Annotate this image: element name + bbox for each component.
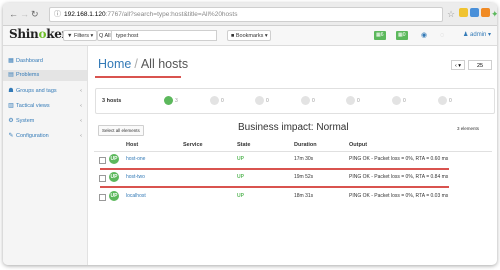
- host-state: UP: [237, 193, 244, 199]
- page-title: All hosts: [140, 57, 189, 71]
- search-all-button[interactable]: Q All: [97, 30, 112, 41]
- services-badge[interactable]: ▦0: [396, 31, 408, 40]
- table-row[interactable]: UP host-one UP 17m 30s PING OK - Packet …: [94, 153, 492, 167]
- bar-chart-icon: ▥: [8, 103, 14, 109]
- row-underline-annotation: [100, 168, 449, 170]
- state-counter-up[interactable]: 3: [164, 96, 178, 106]
- table-row[interactable]: UP host-two UP 19m 52s PING OK - Packet …: [94, 171, 492, 185]
- status-icon: [301, 96, 310, 106]
- hosts-summary-panel: 3 hosts 3 0 0 0 0 0 0: [95, 88, 495, 114]
- column-header-duration[interactable]: Duration: [294, 141, 317, 149]
- host-status-icon: UP: [109, 191, 119, 201]
- column-header-output[interactable]: Output: [349, 141, 367, 149]
- column-header-service[interactable]: Service: [183, 141, 203, 149]
- row-checkbox[interactable]: [99, 157, 106, 164]
- info-icon: ⓘ: [54, 11, 61, 18]
- host-name-link[interactable]: host-two: [126, 171, 145, 184]
- status-up-icon: [164, 96, 173, 106]
- notifications-icon[interactable]: ◉: [421, 31, 427, 40]
- state-counter-down[interactable]: 0: [210, 96, 224, 106]
- forward-icon[interactable]: →: [20, 8, 29, 20]
- state-counter-unknown[interactable]: 0: [346, 96, 360, 106]
- address-bar[interactable]: ⓘ 192.168.1.120:7767/all?search=type:host…: [49, 7, 443, 22]
- host-duration: 17m 30s: [294, 156, 314, 162]
- main-content: Home / All hosts ‹ ▾ 25 3 hosts 3 0 0 0 0 …: [88, 46, 497, 265]
- chevron-left-icon: ‹: [80, 133, 82, 139]
- filters-button[interactable]: ▼ Filters ▾: [63, 30, 97, 41]
- url-host: 192.168.1.120: [64, 11, 106, 18]
- app-logo[interactable]: Shinoken: [9, 27, 70, 41]
- host-state: UP: [237, 174, 244, 180]
- wrench-icon: ✎: [8, 133, 14, 139]
- title-underline-annotation: [95, 76, 181, 78]
- row-underline-annotation: [100, 186, 449, 188]
- business-impact-title: Business impact: Normal: [238, 122, 349, 133]
- host-state: UP: [237, 156, 244, 162]
- sidebar-item-system[interactable]: ⚙ System ‹: [3, 116, 87, 127]
- app-navbar: Shinoken ▼ Filters ▾ Q All type:host ■ B…: [3, 26, 497, 46]
- column-header-state[interactable]: State: [237, 141, 250, 149]
- hosts-count-label: 3 hosts: [102, 98, 122, 104]
- host-duration: 19m 52s: [294, 174, 314, 180]
- rss-icon[interactable]: [481, 8, 490, 17]
- state-counter-pending[interactable]: 0: [301, 96, 315, 106]
- sidebar-item-dashboard[interactable]: ▦ Dashboard: [3, 56, 87, 67]
- gear-icon: ⚙: [8, 118, 14, 124]
- status-icon: [438, 96, 447, 106]
- app-window: ← → ↻ ⓘ 192.168.1.120:7767/all?search=typ…: [3, 3, 497, 265]
- column-header-host[interactable]: Host: [126, 141, 138, 149]
- page-toggle[interactable]: ‹ ▾: [451, 60, 465, 70]
- extension-icon[interactable]: [459, 8, 468, 17]
- page-size-select[interactable]: 25: [468, 60, 492, 70]
- browser-toolbar: ← → ↻ ⓘ 192.168.1.120:7767/all?search=typ…: [3, 3, 497, 26]
- host-name-link[interactable]: localhost: [126, 190, 146, 203]
- back-icon[interactable]: ←: [9, 8, 18, 20]
- select-all-button[interactable]: Select all elements: [98, 125, 144, 136]
- groups-icon: ☗: [8, 88, 14, 94]
- host-status-icon: UP: [109, 154, 119, 164]
- dashboard-icon: ▦: [8, 58, 14, 64]
- problems-icon: ▤: [8, 72, 14, 78]
- breadcrumb: Home / All hosts: [98, 57, 189, 71]
- status-icon: [392, 96, 401, 106]
- chevron-left-icon: ‹: [80, 103, 82, 109]
- host-output: PING OK - Packet loss = 0%, RTA = 0.60 m…: [349, 156, 449, 162]
- status-icon: [210, 96, 219, 106]
- sidebar-item-problems[interactable]: ▤ Problems: [3, 70, 87, 81]
- host-output: PING OK - Packet loss = 0%, RTA = 0.03 m…: [349, 193, 449, 199]
- search-input[interactable]: type:host: [111, 30, 217, 41]
- row-checkbox[interactable]: [99, 175, 106, 182]
- row-checkbox[interactable]: [99, 194, 106, 201]
- chevron-left-icon: ‹: [80, 88, 82, 94]
- breadcrumb-home[interactable]: Home: [98, 57, 131, 71]
- star-icon[interactable]: ☆: [447, 8, 455, 20]
- host-status-icon: UP: [109, 172, 119, 182]
- state-counter-ack[interactable]: 0: [392, 96, 406, 106]
- chevron-left-icon: ‹: [80, 118, 82, 124]
- sidebar-item-tactical-views[interactable]: ▥ Tactical views ‹: [3, 101, 87, 112]
- reload-icon[interactable]: ↻: [31, 8, 39, 20]
- elements-count: 3 elements: [457, 126, 480, 131]
- sidebar-item-configuration[interactable]: ✎ Configuration ‹: [3, 131, 87, 142]
- table-divider: [94, 151, 492, 152]
- state-counter-unreachable[interactable]: 0: [255, 96, 269, 106]
- hosts-badge[interactable]: ▦6: [374, 31, 386, 40]
- status-icon: [346, 96, 355, 106]
- state-counter-downtime[interactable]: 0: [438, 96, 452, 106]
- settings-icon[interactable]: ◌: [440, 31, 444, 40]
- extension-icon[interactable]: ✦: [491, 8, 497, 20]
- host-output: PING OK - Packet loss = 0%, RTA = 0.84 m…: [349, 174, 449, 180]
- host-name-link[interactable]: host-one: [126, 153, 145, 166]
- host-duration: 18m 31s: [294, 193, 314, 199]
- url-path: :7767/all?search=type:host&title=All%20h…: [105, 11, 238, 18]
- user-menu[interactable]: ♟ admin ▾: [463, 31, 491, 40]
- sidebar-item-groups-and-tags[interactable]: ☗ Groups and tags ‹: [3, 86, 87, 97]
- table-row[interactable]: UP localhost UP 18m 31s PING OK - Packet…: [94, 190, 492, 204]
- sidebar: ▦ Dashboard ▤ Problems ☗ Groups and tags ‹ ▥…: [3, 46, 88, 265]
- status-icon: [255, 96, 264, 106]
- bookmarks-button[interactable]: ■ Bookmarks ▾: [227, 30, 271, 41]
- extension-icon[interactable]: [470, 8, 479, 17]
